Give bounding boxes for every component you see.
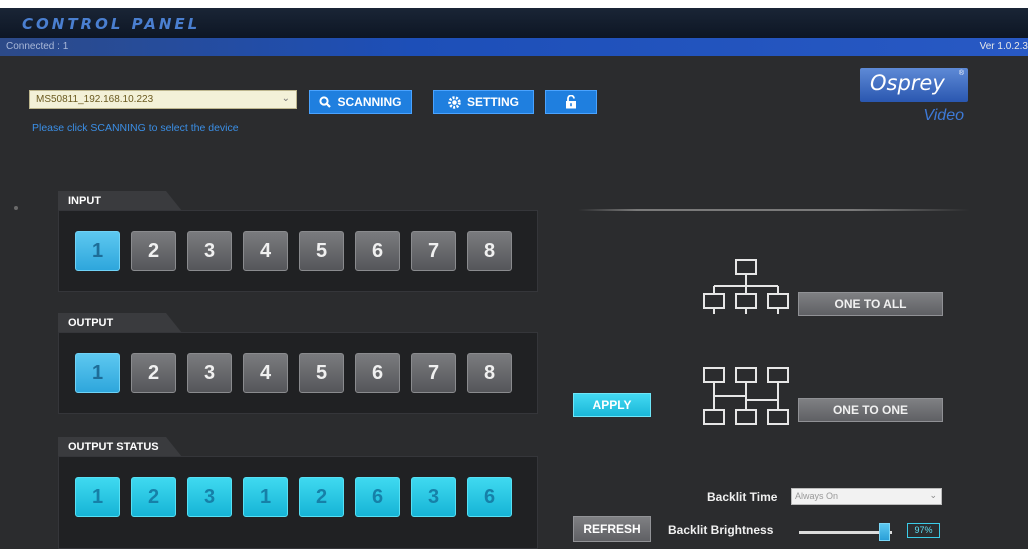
apply-button[interactable]: APPLY (573, 393, 651, 417)
input-button-row: 1 2 3 4 5 6 7 8 (75, 231, 512, 271)
brightness-percent: 97% (907, 523, 940, 538)
output-panel: 1 2 3 4 5 6 7 8 (58, 332, 538, 414)
backlit-brightness-label: Backlit Brightness (668, 523, 774, 537)
lock-button[interactable] (545, 90, 597, 114)
decor-dot (14, 206, 18, 210)
osprey-logo: Osprey ® Video (860, 68, 968, 128)
output-button-3[interactable]: 3 (187, 353, 232, 393)
output-button-1[interactable]: 1 (75, 353, 120, 393)
output-status-6: 6 (355, 477, 400, 517)
input-button-5[interactable]: 5 (299, 231, 344, 271)
output-section-title: OUTPUT (68, 317, 114, 329)
device-select-value: MS50811_192.168.10.223 (36, 94, 154, 105)
logo-registered-mark: ® (958, 70, 964, 77)
brightness-slider-thumb[interactable] (879, 523, 890, 541)
output-button-8[interactable]: 8 (467, 353, 512, 393)
refresh-label: REFRESH (583, 522, 641, 536)
input-button-1[interactable]: 1 (75, 231, 120, 271)
setting-button[interactable]: SETTING (433, 90, 534, 114)
one-to-all-label: ONE TO ALL (834, 297, 907, 311)
output-status-section-title: OUTPUT STATUS (68, 441, 159, 453)
one-to-one-button[interactable]: ONE TO ONE (798, 398, 943, 422)
section-divider (578, 209, 970, 211)
output-status-section-tab: OUTPUT STATUS (58, 437, 182, 457)
unlock-icon (566, 95, 576, 109)
input-button-8[interactable]: 8 (467, 231, 512, 271)
output-button-6[interactable]: 6 (355, 353, 400, 393)
setting-label: SETTING (466, 95, 519, 109)
one-to-one-label: ONE TO ONE (832, 403, 909, 417)
logo-subtitle: Video (923, 107, 964, 124)
device-hint: Please click SCANNING to select the devi… (32, 122, 239, 134)
search-icon (319, 96, 332, 108)
gear-icon (448, 95, 461, 109)
network-pairs-icon (703, 367, 789, 425)
chevron-down-icon: ⌄ (281, 93, 290, 104)
output-button-7[interactable]: 7 (411, 353, 456, 393)
status-bar: Connected : 1 Ver 1.0.2.3 (0, 38, 1028, 56)
output-button-row: 1 2 3 4 5 6 7 8 (75, 353, 512, 393)
input-section-tab: INPUT (58, 191, 182, 211)
output-status-row: 1 2 3 1 2 6 3 6 (75, 477, 512, 517)
backlit-time-select[interactable]: Always On ⌄ (791, 488, 942, 505)
input-section-title: INPUT (68, 195, 101, 207)
output-section-tab: OUTPUT (58, 313, 182, 333)
version-label: Ver 1.0.2.3 (979, 41, 1028, 52)
output-status-7: 3 (411, 477, 456, 517)
output-status-2: 2 (131, 477, 176, 517)
input-button-2[interactable]: 2 (131, 231, 176, 271)
scanning-label: SCANNING (337, 95, 402, 109)
top-strip (0, 0, 1028, 8)
app-title: CONTROL PANEL (22, 15, 201, 33)
output-button-4[interactable]: 4 (243, 353, 288, 393)
output-status-8: 6 (467, 477, 512, 517)
output-status-4: 1 (243, 477, 288, 517)
output-status-5: 2 (299, 477, 344, 517)
refresh-button[interactable]: REFRESH (573, 516, 651, 542)
title-bar: CONTROL PANEL (0, 8, 1028, 38)
one-to-all-button[interactable]: ONE TO ALL (798, 292, 943, 316)
apply-label: APPLY (592, 398, 632, 412)
backlit-time-value: Always On (795, 491, 839, 501)
logo-box: Osprey ® (860, 68, 968, 102)
connection-status: Connected : 1 (6, 41, 69, 52)
chevron-down-icon: ⌄ (929, 490, 937, 500)
output-status-panel: 1 2 3 1 2 6 3 6 (58, 456, 538, 549)
device-select[interactable]: MS50811_192.168.10.223 ⌄ (29, 90, 297, 109)
input-panel: 1 2 3 4 5 6 7 8 (58, 210, 538, 292)
input-button-7[interactable]: 7 (411, 231, 456, 271)
input-button-3[interactable]: 3 (187, 231, 232, 271)
network-tree-icon (703, 259, 789, 314)
output-status-3: 3 (187, 477, 232, 517)
input-button-4[interactable]: 4 (243, 231, 288, 271)
input-button-6[interactable]: 6 (355, 231, 400, 271)
output-button-5[interactable]: 5 (299, 353, 344, 393)
output-button-2[interactable]: 2 (131, 353, 176, 393)
scanning-button[interactable]: SCANNING (309, 90, 412, 114)
output-status-1: 1 (75, 477, 120, 517)
backlit-time-label: Backlit Time (707, 490, 778, 504)
logo-name: Osprey (870, 71, 945, 95)
